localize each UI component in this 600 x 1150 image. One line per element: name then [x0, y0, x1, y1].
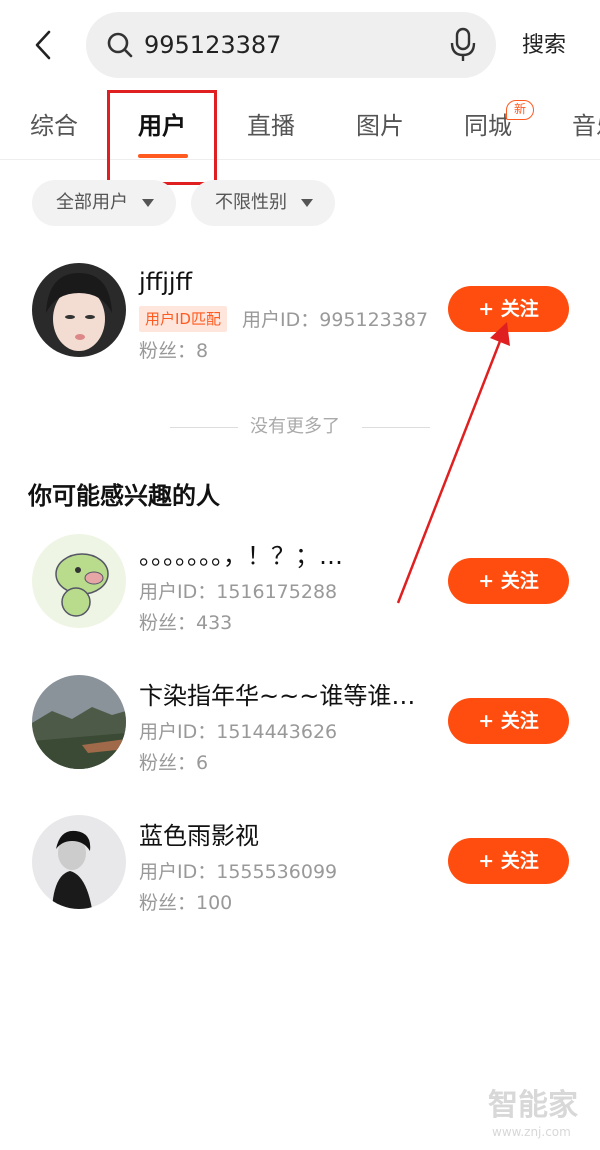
avatar[interactable] — [32, 534, 126, 628]
caret-down-icon — [142, 199, 154, 207]
avatar[interactable] — [32, 815, 126, 909]
search-icon — [107, 32, 133, 58]
gender-filter[interactable]: 不限性别 — [191, 180, 335, 226]
id-match-tag: 用户ID匹配 — [139, 306, 227, 332]
follow-button[interactable]: + 关注 — [448, 698, 569, 744]
user-type-filter[interactable]: 全部用户 — [32, 180, 176, 226]
user-id: 用户ID：995123387 — [242, 309, 429, 331]
user-id: 用户ID：1516175288 — [139, 581, 338, 603]
annotation-highlight-box — [107, 90, 217, 185]
tab-all[interactable]: 综合 — [30, 110, 78, 142]
avatar[interactable] — [32, 675, 126, 769]
search-button[interactable]: 搜索 — [522, 30, 566, 62]
follow-button[interactable]: + 关注 — [448, 286, 569, 332]
avatar[interactable] — [32, 263, 126, 357]
fans-count: 粉丝：100 — [139, 892, 233, 914]
tab-bar: 综合 用户 直播 图片 同城 音乐 新 — [0, 92, 600, 160]
search-box[interactable]: 995123387 — [86, 12, 496, 78]
watermark-logo: 智能家 — [488, 1088, 578, 1123]
new-badge: 新 — [506, 100, 534, 120]
divider-right — [362, 427, 430, 428]
user-type-filter-label: 全部用户 — [56, 192, 128, 213]
watermark-url: www.znj.com — [492, 1125, 571, 1139]
divider-left — [170, 427, 238, 428]
back-icon[interactable] — [28, 28, 62, 62]
user-name[interactable]: 蓝色雨影视 — [139, 820, 259, 852]
follow-button[interactable]: + 关注 — [448, 558, 569, 604]
search-input[interactable]: 995123387 — [144, 28, 281, 62]
user-id: 用户ID：1555536099 — [139, 861, 338, 883]
follow-button[interactable]: + 关注 — [448, 838, 569, 884]
gender-filter-label: 不限性别 — [215, 192, 287, 213]
fans-count: 粉丝：6 — [139, 752, 209, 774]
tab-images[interactable]: 图片 — [356, 110, 404, 142]
user-name[interactable]: jffjjff — [139, 266, 192, 298]
tab-local[interactable]: 同城 — [464, 110, 512, 142]
tab-music[interactable]: 音乐 — [572, 110, 600, 142]
user-name[interactable]: 卞染指年华~~~谁等谁… — [139, 680, 415, 712]
fans-count: 粉丝：433 — [139, 612, 233, 634]
no-more-text: 没有更多了 — [250, 416, 340, 437]
microphone-icon[interactable] — [448, 26, 478, 64]
user-id: 用户ID：1514443626 — [139, 721, 338, 743]
tab-live[interactable]: 直播 — [247, 110, 295, 142]
caret-down-icon — [301, 199, 313, 207]
fans-count: 粉丝：8 — [139, 340, 209, 362]
user-name[interactable]: 。。。。。。。，！？；… — [139, 540, 343, 572]
section-title: 你可能感兴趣的人 — [28, 482, 220, 510]
